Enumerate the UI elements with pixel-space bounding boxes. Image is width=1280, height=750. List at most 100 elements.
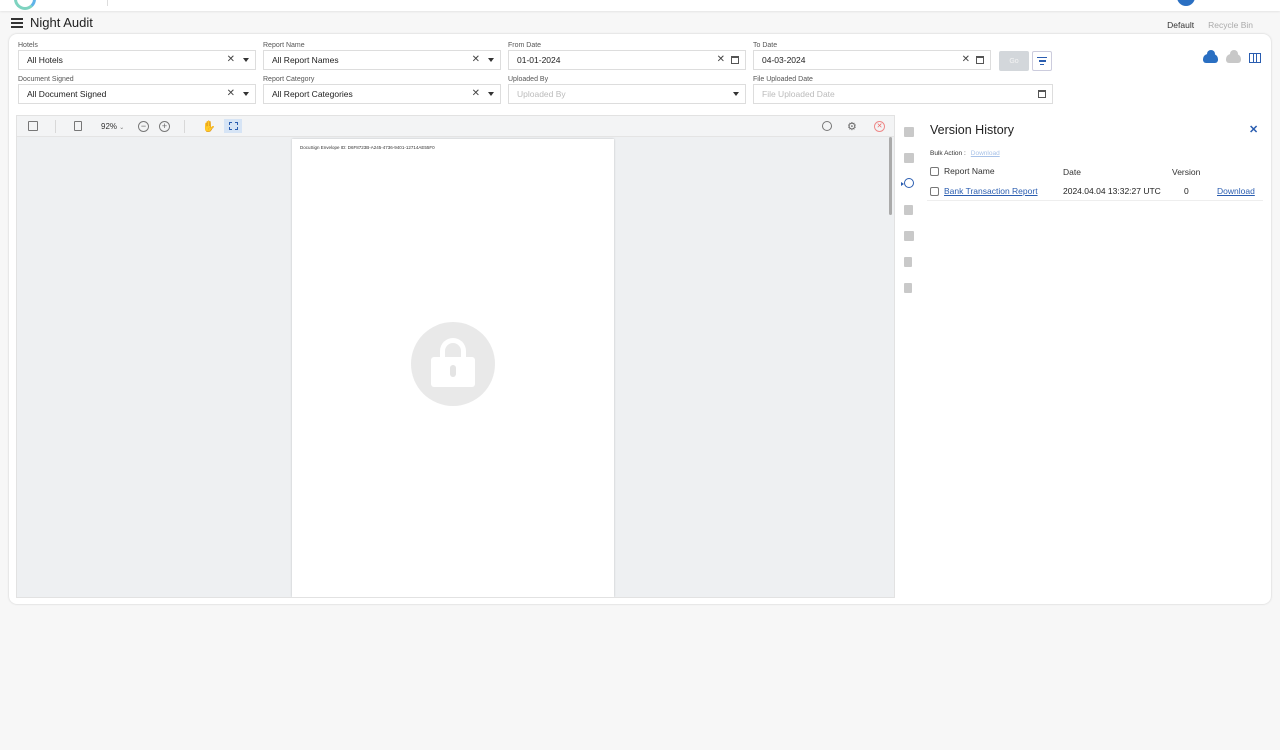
upload-icon[interactable] — [904, 205, 913, 215]
document-signed-select[interactable]: All Document Signed ✕ — [18, 84, 256, 104]
toolbar-divider — [55, 120, 56, 133]
uploaded-by-label: Uploaded By — [508, 76, 549, 83]
report-name-select[interactable]: All Report Names ✕ — [263, 50, 501, 70]
close-icon[interactable]: ✕ — [1249, 123, 1258, 136]
envelope-id-text: DocuSign Envelope ID: D6F8723B-A245-4736… — [300, 145, 435, 150]
to-date-input[interactable]: 04-03-2024 ✕ — [753, 50, 991, 70]
search-icon[interactable] — [822, 121, 832, 131]
folder-icon[interactable] — [904, 127, 914, 137]
active-indicator-icon — [901, 182, 904, 186]
user-avatar[interactable] — [1177, 0, 1195, 6]
report-category-select[interactable]: All Report Categories ✕ — [263, 84, 501, 104]
report-name-filter: Report Name All Report Names ✕ — [263, 41, 501, 70]
cloud-download-icon[interactable] — [1226, 49, 1241, 63]
columns-icon[interactable] — [1249, 53, 1261, 63]
clear-icon[interactable]: ✕ — [227, 55, 235, 65]
uploaded-by-filter: Uploaded By Uploaded By — [508, 75, 746, 104]
file-uploaded-date-label: File Uploaded Date — [753, 76, 813, 83]
select-all-checkbox[interactable] — [930, 167, 939, 176]
filter-icon[interactable] — [1032, 51, 1052, 71]
calendar-icon[interactable] — [731, 56, 739, 64]
row-version: 0 — [1184, 186, 1189, 196]
document-signed-value: All Document Signed — [27, 89, 107, 99]
chevron-down-icon[interactable] — [243, 92, 249, 96]
report-category-value: All Report Categories — [272, 89, 353, 99]
clear-icon[interactable]: ✕ — [472, 89, 480, 99]
clear-icon[interactable]: ✕ — [717, 55, 725, 65]
share-icon[interactable] — [904, 231, 914, 241]
close-circle-icon[interactable]: ✕ — [874, 121, 885, 132]
column-header-date[interactable]: Date — [1063, 167, 1081, 177]
column-header-report-name[interactable]: Report Name — [944, 166, 995, 176]
toolbar-divider — [184, 120, 185, 133]
chevron-down-icon[interactable] — [243, 58, 249, 62]
clear-icon[interactable]: ✕ — [472, 55, 480, 65]
bulk-download-link[interactable]: Download — [971, 150, 1000, 157]
hamburger-icon[interactable] — [11, 18, 23, 28]
history-icon[interactable] — [901, 178, 914, 188]
gear-icon[interactable]: ⚙ — [847, 121, 857, 133]
zoom-select[interactable]: 92% ⌄ — [101, 122, 124, 131]
report-category-filter: Report Category All Report Categories ✕ — [263, 75, 501, 104]
viewer-scrollbar[interactable] — [889, 137, 892, 215]
calendar-icon[interactable] — [976, 56, 984, 64]
from-date-input[interactable]: 01-01-2024 ✕ — [508, 50, 746, 70]
to-date-filter: To Date 04-03-2024 ✕ — [753, 41, 991, 70]
edit-icon[interactable] — [904, 153, 914, 163]
zoom-in-icon[interactable]: + — [159, 121, 170, 132]
chevron-down-icon[interactable] — [488, 58, 494, 62]
calendar-icon[interactable] — [1038, 90, 1046, 98]
page-icon[interactable] — [74, 121, 82, 131]
clear-icon[interactable]: ✕ — [227, 89, 235, 99]
cloud-upload-icon[interactable] — [1203, 49, 1218, 63]
hotels-value: All Hotels — [27, 55, 63, 65]
file-uploaded-date-placeholder: File Uploaded Date — [762, 89, 835, 99]
pdf-page: DocuSign Envelope ID: D6F8723B-A245-4736… — [292, 139, 614, 597]
file-uploaded-date-input[interactable]: File Uploaded Date — [753, 84, 1053, 104]
sidebar-toggle-icon[interactable] — [28, 121, 38, 131]
trash-icon[interactable] — [904, 283, 912, 293]
pan-hand-icon[interactable]: ✋ — [202, 121, 216, 133]
to-date-value: 04-03-2024 — [762, 55, 806, 65]
viewer-toolbar: 92% ⌄ − + ✋ ⚙ ✕ — [17, 116, 894, 137]
from-date-value: 01-01-2024 — [517, 55, 561, 65]
uploaded-by-placeholder: Uploaded By — [517, 89, 566, 99]
hotels-label: Hotels — [18, 42, 38, 49]
uploaded-by-select[interactable]: Uploaded By — [508, 84, 746, 104]
row-checkbox[interactable] — [930, 187, 939, 196]
title-bar: Night Audit Default Recycle Bin — [0, 11, 1280, 37]
from-date-label: From Date — [508, 42, 542, 49]
hotels-filter: Hotels All Hotels ✕ — [18, 41, 256, 70]
version-history-panel: Version History ✕ Bulk Action : Download … — [927, 119, 1267, 269]
bulk-action: Bulk Action : Download — [930, 150, 1000, 157]
hotels-select[interactable]: All Hotels ✕ — [18, 50, 256, 70]
file-uploaded-date-filter: File Uploaded Date File Uploaded Date — [753, 75, 1053, 104]
report-category-label: Report Category — [263, 76, 315, 83]
column-header-version[interactable]: Version — [1172, 167, 1200, 177]
go-button[interactable]: Go — [999, 51, 1029, 71]
document-signed-filter: Document Signed All Document Signed ✕ — [18, 75, 256, 104]
from-date-filter: From Date 01-01-2024 ✕ — [508, 41, 746, 70]
row-date: 2024.04.04 13:32:27 UTC — [1063, 186, 1161, 196]
topbar-divider — [107, 0, 108, 6]
report-name-label: Report Name — [263, 42, 305, 49]
lock-icon — [411, 322, 495, 406]
top-actions — [1203, 49, 1261, 63]
app-logo[interactable] — [14, 0, 36, 10]
chevron-down-icon[interactable] — [488, 92, 494, 96]
version-history-title: Version History — [930, 123, 1015, 137]
zoom-value: 92% — [101, 122, 118, 131]
table-row: Bank Transaction Report 2024.04.04 13:32… — [927, 183, 1263, 201]
row-download-link[interactable]: Download — [1217, 186, 1255, 196]
pdf-viewer: 92% ⌄ − + ✋ ⚙ ✕ DocuSign Envelope ID: D6… — [16, 115, 895, 598]
clear-icon[interactable]: ✕ — [962, 55, 970, 65]
marquee-select-icon[interactable] — [224, 119, 242, 133]
zoom-out-icon[interactable]: − — [138, 121, 149, 132]
to-date-label: To Date — [753, 42, 778, 49]
file-icon[interactable] — [904, 257, 912, 267]
chevron-down-icon[interactable] — [733, 92, 739, 96]
report-name-link[interactable]: Bank Transaction Report — [944, 186, 1038, 196]
bulk-action-label: Bulk Action : — [930, 150, 966, 157]
main-card: Hotels All Hotels ✕ Report Name All Repo… — [9, 34, 1271, 604]
page-title: Night Audit — [30, 15, 93, 30]
